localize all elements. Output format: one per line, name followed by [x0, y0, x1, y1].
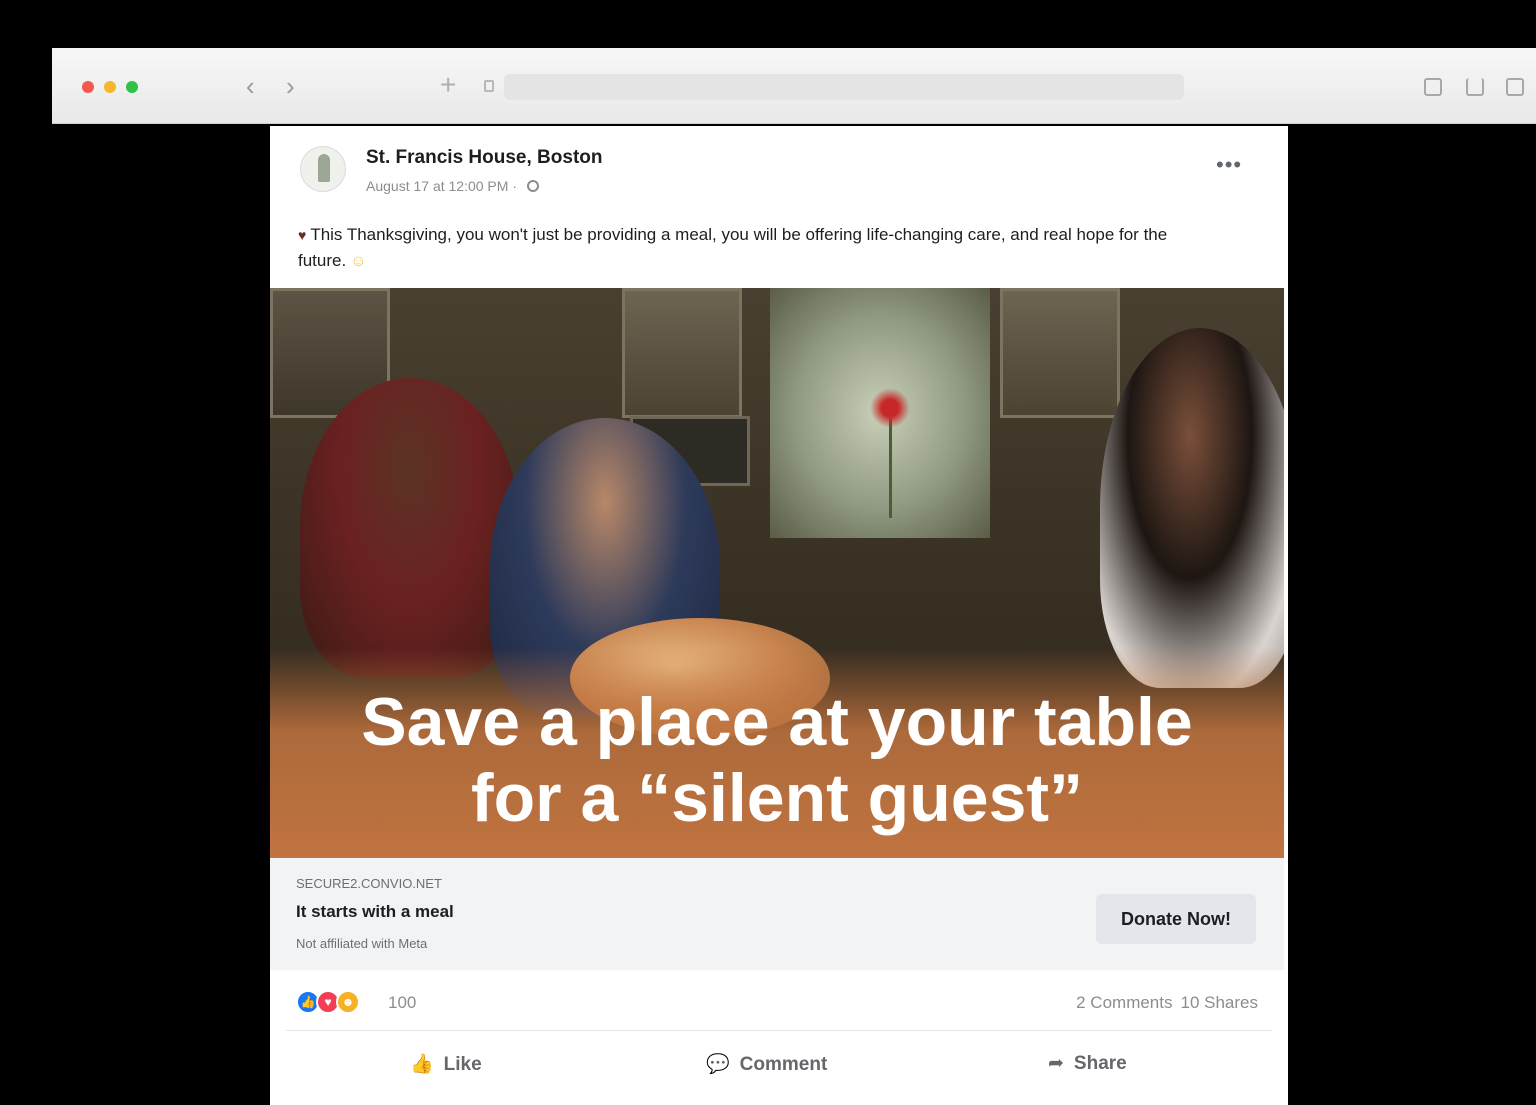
- avatar[interactable]: [300, 146, 346, 192]
- lock-icon: [484, 80, 494, 92]
- ad-headline-line2: for a “silent guest”: [470, 760, 1084, 836]
- link-disclaimer: Not affiliated with Meta: [296, 936, 428, 951]
- post-timestamp[interactable]: August 17 at 12:00 PM ·: [366, 178, 521, 194]
- post-body: This Thanksgiving, you won't just be pro…: [298, 225, 1168, 270]
- link-preview[interactable]: SECURE2.CONVIO.NET It starts with a meal…: [270, 858, 1284, 970]
- share-arrow-icon: ➦: [1048, 1053, 1064, 1074]
- browser-toolbar: ‹ › +: [52, 48, 1536, 124]
- comment-button[interactable]: 💬 Comment: [706, 1052, 827, 1082]
- guest-figure: [1100, 328, 1284, 688]
- post-meta: August 17 at 12:00 PM ·: [366, 178, 539, 194]
- tabs-overview-icon[interactable]: [1506, 78, 1524, 96]
- forward-icon[interactable]: ›: [286, 72, 295, 100]
- shares-count[interactable]: 10 Shares: [1181, 993, 1259, 1012]
- sponsored-post: St. Francis House, Boston August 17 at 1…: [270, 126, 1288, 1105]
- engagement-stats: 2 Comments 10 Shares: [1076, 993, 1258, 1013]
- kitchen-cabinet: [1000, 288, 1120, 418]
- comments-count[interactable]: 2 Comments: [1076, 993, 1172, 1012]
- maximize-window-button[interactable]: [126, 81, 138, 93]
- link-domain: SECURE2.CONVIO.NET: [296, 876, 442, 891]
- sidebar-icon[interactable]: [1424, 78, 1442, 96]
- donate-now-button[interactable]: Donate Now!: [1096, 894, 1256, 944]
- comment-label: Comment: [739, 1054, 828, 1075]
- statue-logo-icon: [318, 154, 330, 182]
- ad-headline-line1: Save a place at your table: [361, 684, 1193, 760]
- ad-headline: Save a place at your table for a “silent…: [270, 684, 1284, 836]
- address-bar[interactable]: [504, 74, 1184, 100]
- link-title: It starts with a meal: [296, 902, 454, 921]
- minimize-window-button[interactable]: [104, 81, 116, 93]
- close-window-button[interactable]: [82, 81, 94, 93]
- like-button[interactable]: 👍 Like: [410, 1052, 482, 1082]
- share-label: Share: [1073, 1053, 1127, 1074]
- post-text: ♥ This Thanksgiving, you won't just be pr…: [298, 222, 1198, 274]
- back-icon[interactable]: ‹: [246, 72, 255, 100]
- haha-reaction-icon: ☻: [336, 990, 360, 1014]
- reaction-count: 100: [388, 993, 417, 1012]
- share-button[interactable]: ➦ Share: [1048, 1052, 1127, 1082]
- like-label: Like: [443, 1054, 482, 1075]
- page-name[interactable]: St. Francis House, Boston: [366, 147, 602, 169]
- new-tab-icon[interactable]: +: [440, 70, 456, 100]
- divider: [286, 1030, 1272, 1031]
- thumbs-up-icon: 👍: [410, 1054, 434, 1075]
- flower-stem: [889, 418, 892, 518]
- heart-icon: ♥: [298, 227, 307, 243]
- kitchen-cabinet: [622, 288, 742, 418]
- woman-figure: [300, 378, 520, 678]
- comment-bubble-icon: 💬: [706, 1054, 730, 1075]
- hugging-face-icon: ☺: [350, 253, 367, 270]
- share-icon[interactable]: [1466, 78, 1484, 96]
- globe-icon: [526, 180, 539, 192]
- ad-image[interactable]: Save a place at your table for a “silent…: [270, 288, 1284, 858]
- red-flower: [870, 388, 910, 428]
- more-options-icon[interactable]: •••: [1216, 152, 1242, 178]
